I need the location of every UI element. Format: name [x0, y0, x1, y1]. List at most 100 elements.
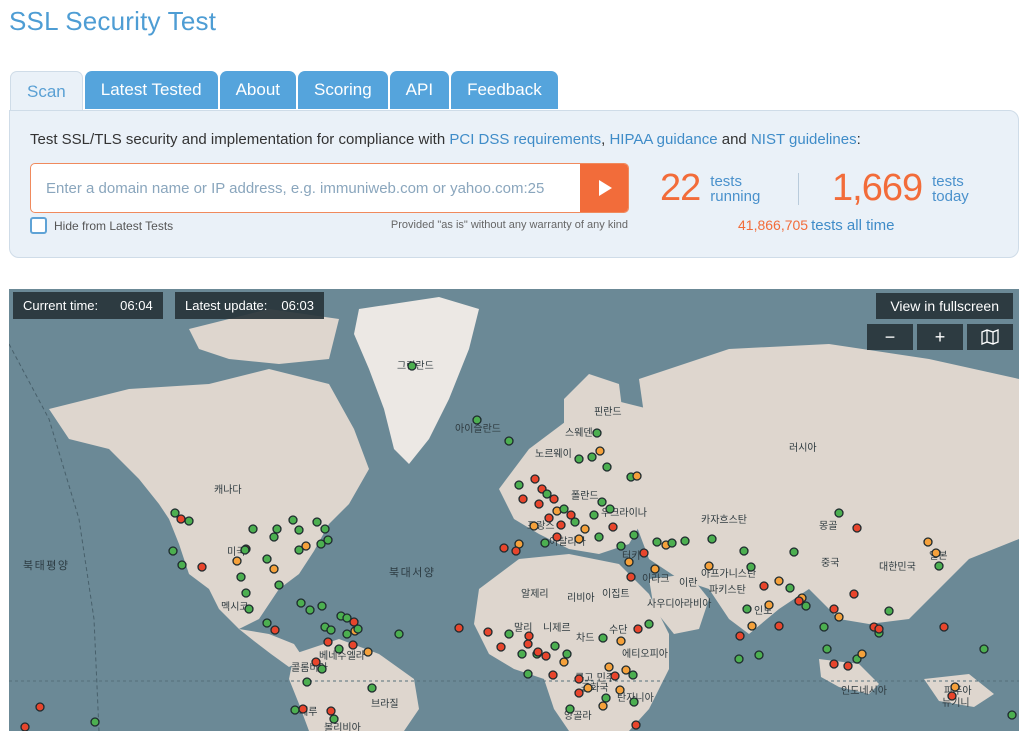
- tests-all-time-number: 41,866,705: [738, 217, 809, 233]
- tab-feedback[interactable]: Feedback: [451, 71, 558, 109]
- label-mongolia: 몽골: [819, 520, 837, 532]
- scan-location-dot: [829, 604, 839, 614]
- label-algeria: 알제리: [521, 588, 549, 600]
- page-title: SSL Security Test: [9, 6, 217, 36]
- label-libya: 리비아: [567, 592, 595, 604]
- hide-from-latest-checkbox[interactable]: [30, 217, 47, 234]
- latest-update-box: Latest update: 06:03: [175, 292, 324, 319]
- landmass-greenland: [354, 297, 479, 464]
- scan-location-dot: [530, 474, 540, 484]
- hipaa-link[interactable]: HIPAA guidance: [609, 131, 717, 148]
- scan-location-dot: [574, 688, 584, 698]
- scan-location-dot: [244, 604, 254, 614]
- scan-location-dot: [652, 537, 662, 547]
- scan-location-dot: [168, 546, 178, 556]
- tab-scan[interactable]: Scan: [10, 71, 83, 111]
- tab-latest-tested[interactable]: Latest Tested: [84, 71, 218, 109]
- map-canvas: 그린란드 아이슬란드 핀란드 스웨덴 노르웨이 러시아 캐나다 미국 멕시코 북…: [9, 297, 1019, 731]
- label-saudi-arabia: 사우디아라비아: [647, 598, 711, 610]
- scan-location-dot: [407, 361, 417, 371]
- scan-location-dot: [305, 605, 315, 615]
- label-canada: 캐나다: [214, 484, 242, 496]
- scan-location-dot: [570, 517, 580, 527]
- tab-api[interactable]: API: [389, 71, 450, 109]
- scan-location-dot: [801, 601, 811, 611]
- scan-location-dot: [454, 623, 464, 633]
- map-layers-button[interactable]: [967, 324, 1013, 350]
- scan-location-dot: [601, 693, 611, 703]
- tests-today-number: 1,669: [832, 167, 923, 209]
- label-chad: 차드: [576, 632, 594, 644]
- scan-location-dot: [857, 649, 867, 659]
- tab-scoring[interactable]: Scoring: [298, 71, 388, 109]
- scan-location-dot: [296, 598, 306, 608]
- current-time-value: 06:04: [120, 298, 153, 313]
- scan-location-dot: [574, 674, 584, 684]
- intro-text: Test SSL/TLS security and implementation…: [30, 131, 861, 148]
- scan-location-dot: [248, 524, 258, 534]
- scan-location-dot: [628, 670, 638, 680]
- scan-location-dot: [177, 560, 187, 570]
- scan-location-dot: [834, 612, 844, 622]
- scan-location-dot: [197, 562, 207, 572]
- scan-location-dot: [342, 629, 352, 639]
- landmass-africa: [474, 554, 669, 731]
- scan-location-dot: [626, 572, 636, 582]
- latest-update-label: Latest update:: [185, 298, 268, 313]
- scan-location-dot: [272, 524, 282, 534]
- scan-location-dot: [529, 521, 539, 531]
- scan-location-dot: [764, 600, 774, 610]
- nist-link[interactable]: NIST guidelines: [751, 131, 857, 148]
- world-map[interactable]: 그린란드 아이슬란드 핀란드 스웨덴 노르웨이 러시아 캐나다 미국 멕시코 북…: [9, 289, 1019, 731]
- zoom-in-button[interactable]: +: [917, 324, 963, 350]
- scan-location-dot: [184, 516, 194, 526]
- scan-location-dot: [774, 576, 784, 586]
- tab-about[interactable]: About: [219, 71, 297, 109]
- scan-location-dot: [616, 541, 626, 551]
- scan-location-dot: [931, 548, 941, 558]
- scan-location-dot: [320, 524, 330, 534]
- scan-location-dot: [90, 717, 100, 727]
- tests-running-label: tests running: [710, 174, 760, 204]
- scan-location-dot: [262, 554, 272, 564]
- scan-location-dot: [592, 428, 602, 438]
- view-fullscreen-button[interactable]: View in fullscreen: [876, 293, 1013, 319]
- label-bolivia: 볼리비아: [324, 722, 361, 731]
- scan-location-dot: [589, 510, 599, 520]
- scan-location-dot: [598, 633, 608, 643]
- scan-location-dot: [667, 538, 677, 548]
- pci-dss-link[interactable]: PCI DSS requirements: [449, 131, 601, 148]
- scan-location-dot: [680, 536, 690, 546]
- scan-location-dot: [595, 446, 605, 456]
- start-scan-button[interactable]: [580, 164, 628, 212]
- scan-location-dot: [934, 561, 944, 571]
- scan-location-dot: [294, 525, 304, 535]
- scan-location-dot: [540, 538, 550, 548]
- map-icon: [981, 329, 999, 345]
- scan-location-dot: [574, 534, 584, 544]
- label-kazakhstan: 카자흐스탄: [701, 514, 747, 526]
- scan-location-dot: [524, 631, 534, 641]
- scan-location-dot: [549, 494, 559, 504]
- scan-location-dot: [317, 664, 327, 674]
- scan-location-dot: [739, 546, 749, 556]
- scan-location-dot: [562, 649, 572, 659]
- scan-location-dot: [610, 671, 620, 681]
- latest-update-value: 06:03: [281, 298, 314, 313]
- zoom-out-button[interactable]: −: [867, 324, 913, 350]
- scan-panel: Test SSL/TLS security and implementation…: [9, 110, 1019, 258]
- scan-location-dot: [939, 622, 949, 632]
- landmass-north-america: [49, 369, 369, 629]
- label-niger: 니제르: [543, 622, 571, 634]
- hide-from-latest-row: Hide from Latest Tests: [30, 217, 173, 234]
- scan-location-dot: [534, 499, 544, 509]
- scan-location-dot: [616, 636, 626, 646]
- label-brazil: 브라질: [371, 698, 399, 710]
- scan-location-dot: [511, 546, 521, 556]
- scan-location-dot: [288, 515, 298, 525]
- scan-location-dot: [621, 665, 631, 675]
- domain-search-input[interactable]: [31, 164, 579, 212]
- scan-location-dot: [602, 462, 612, 472]
- label-iran: 이란: [679, 577, 697, 589]
- scan-location-dot: [704, 561, 714, 571]
